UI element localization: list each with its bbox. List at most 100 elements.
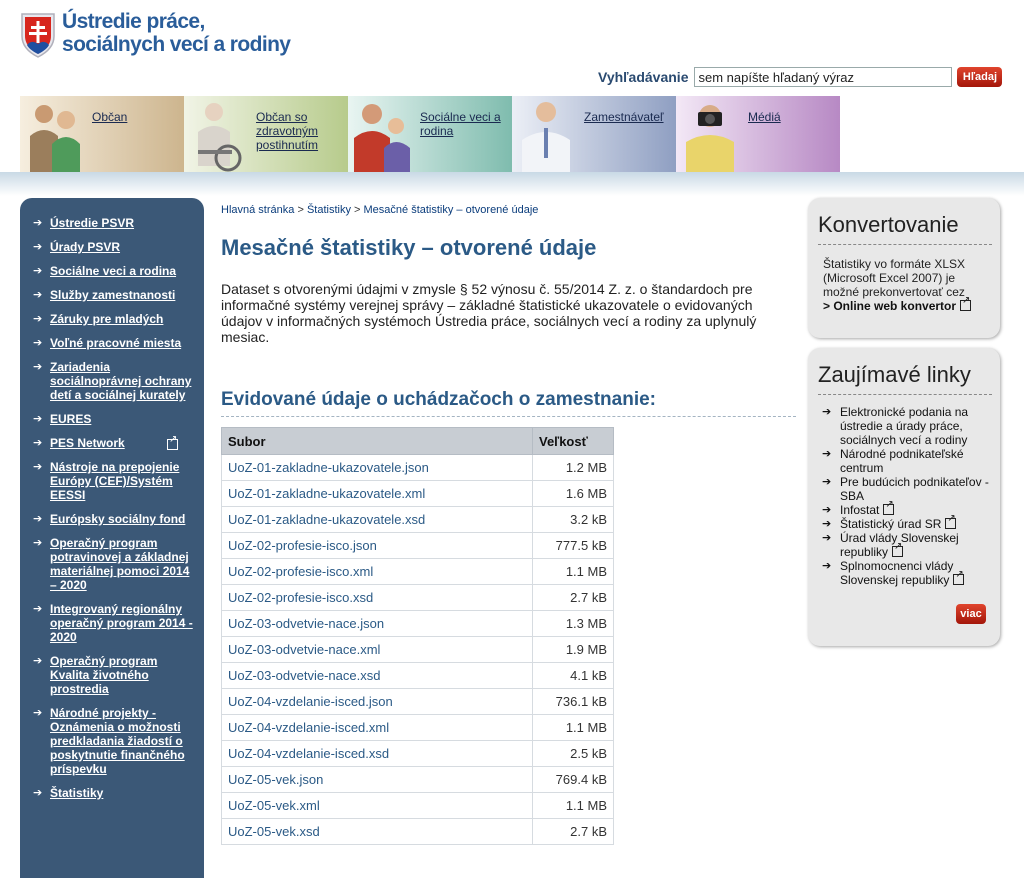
sidebar-item[interactable]: ➔ Záruky pre mladých	[20, 312, 204, 326]
sidebar-item[interactable]: ➔ EURES	[20, 412, 204, 426]
file-size: 1.9 MB	[532, 636, 614, 663]
table-row: UoZ-05-vek.xml 1.1 MB	[221, 792, 614, 819]
sidebar-item[interactable]: ➔ PES Network	[20, 435, 204, 450]
arrow-right-icon: ➔	[822, 476, 832, 488]
search-input[interactable]	[694, 67, 953, 87]
sidebar-link[interactable]: Operačný program Kvalita životného prost…	[50, 654, 157, 696]
sidebar-item[interactable]: ➔ Operačný program potravinovej a základn…	[20, 536, 204, 592]
column-header-file: Subor	[221, 427, 533, 455]
links-box-link[interactable]: Pre budúcich podnikateľov - SBA	[840, 475, 989, 503]
file-link[interactable]: UoZ-03-odvetvie-nace.json	[228, 616, 384, 631]
sidebar-link[interactable]: Nástroje na prepojenie Európy (CEF)/Syst…	[50, 460, 179, 502]
sidebar-link[interactable]: Ústredie PSVR	[50, 216, 134, 230]
external-link-icon	[953, 570, 965, 585]
nav-tab-label: Zamestnávateľ	[584, 110, 664, 124]
sidebar-item[interactable]: ➔ Národné projekty - Oznámenia o možnosti…	[20, 706, 204, 776]
file-cell: UoZ-02-profesie-isco.json	[221, 532, 533, 559]
file-link[interactable]: UoZ-04-vzdelanie-isced.xsd	[228, 746, 389, 761]
nav-tab-obcan-zp[interactable]: Občan so zdravotným postihnutím	[184, 96, 348, 172]
links-box-item[interactable]: ➔ Úrad vlády Slovenskej republiky	[820, 531, 994, 559]
file-link[interactable]: UoZ-05-vek.json	[228, 772, 323, 787]
sidebar-item[interactable]: ➔ Štatistiky	[20, 786, 204, 800]
sidebar-link[interactable]: Zariadenia sociálnoprávnej ochrany detí …	[50, 360, 191, 402]
sidebar-item[interactable]: ➔ Sociálne veci a rodina	[20, 264, 204, 278]
logo-line-2: sociálnych vecí a rodiny	[62, 33, 291, 56]
file-link[interactable]: UoZ-02-profesie-isco.json	[228, 538, 377, 553]
sidebar-item[interactable]: ➔ Úrady PSVR	[20, 240, 204, 254]
nav-tab-media[interactable]: Médiá	[676, 96, 840, 172]
sidebar-link[interactable]: Voľné pracovné miesta	[50, 336, 181, 350]
links-box-item[interactable]: ➔ Infostat	[820, 500, 994, 517]
external-link-icon	[960, 296, 972, 311]
file-size: 1.1 MB	[532, 714, 614, 741]
links-box-item[interactable]: ➔ Pre budúcich podnikateľov - SBA	[820, 475, 994, 503]
file-link[interactable]: UoZ-05-vek.xml	[228, 798, 320, 813]
arrow-right-icon: ➔	[33, 313, 43, 325]
nav-tab-obcan[interactable]: Občan	[20, 96, 184, 172]
sidebar-link[interactable]: Služby zamestnanosti	[50, 288, 175, 302]
links-box-item[interactable]: ➔ Elektronické podania na ústredie a úrad…	[820, 405, 994, 447]
file-link[interactable]: UoZ-02-profesie-isco.xml	[228, 564, 373, 579]
sidebar-link[interactable]: Národné projekty - Oznámenia o možnosti …	[50, 706, 185, 776]
links-box-item[interactable]: ➔ Národné podnikateľské centrum	[820, 447, 994, 475]
links-box-link[interactable]: Štatistický úrad SR	[840, 517, 941, 531]
sidebar-link[interactable]: Integrovaný regionálny operačný program …	[50, 602, 193, 644]
header-band	[0, 172, 1024, 196]
links-box-item[interactable]: ➔ Štatistický úrad SR	[820, 514, 994, 531]
file-link[interactable]: UoZ-01-zakladne-ukazovatele.xsd	[228, 512, 425, 527]
links-box-link[interactable]: Infostat	[840, 503, 879, 517]
file-cell: UoZ-01-zakladne-ukazovatele.json	[221, 454, 533, 481]
file-link[interactable]: UoZ-04-vzdelanie-isced.xml	[228, 720, 389, 735]
breadcrumb-stats[interactable]: Štatistiky	[307, 204, 351, 216]
section-title: Evidované údaje o uchádzačoch o zamestna…	[221, 389, 796, 417]
file-cell: UoZ-03-odvetvie-nace.xml	[221, 636, 533, 663]
sidebar-link[interactable]: PES Network	[50, 436, 125, 450]
breadcrumb-current[interactable]: Mesačné štatistiky – otvorené údaje	[364, 204, 539, 216]
file-link[interactable]: UoZ-01-zakladne-ukazovatele.xml	[228, 486, 425, 501]
file-link[interactable]: UoZ-02-profesie-isco.xsd	[228, 590, 373, 605]
sidebar-item[interactable]: ➔ Služby zamestnanosti	[20, 288, 204, 302]
file-link[interactable]: UoZ-05-vek.xsd	[228, 824, 320, 839]
links-box-link[interactable]: Národné podnikateľské centrum	[840, 447, 964, 475]
file-size: 1.6 MB	[532, 480, 614, 507]
sidebar-link[interactable]: Úrady PSVR	[50, 240, 120, 254]
sidebar-item[interactable]: ➔ Zariadenia sociálnoprávnej ochrany detí…	[20, 360, 204, 402]
sidebar-item[interactable]: ➔ Operačný program Kvalita životného pros…	[20, 654, 204, 696]
sidebar-link[interactable]: EURES	[50, 412, 91, 426]
search-button[interactable]: Hľadaj	[957, 67, 1003, 87]
links-box-item[interactable]: ➔ Splnomocnenci vlády Slovenskej republik…	[820, 559, 994, 587]
person-photo-icon	[522, 102, 570, 172]
more-links-button[interactable]: viac	[956, 604, 986, 624]
links-box-link[interactable]: Splnomocnenci vlády Slovenskej republiky	[840, 559, 953, 587]
sidebar-item[interactable]: ➔ Ústredie PSVR	[20, 216, 204, 230]
sidebar-link[interactable]: Štatistiky	[50, 786, 103, 800]
nav-tab-zamestnavatel[interactable]: Zamestnávateľ	[512, 96, 676, 172]
sidebar-item[interactable]: ➔ Nástroje na prepojenie Európy (CEF)/Sys…	[20, 460, 204, 502]
sidebar-link[interactable]: Operačný program potravinovej a základne…	[50, 536, 189, 592]
breadcrumb-home[interactable]: Hlavná stránka	[221, 204, 294, 216]
file-link[interactable]: UoZ-01-zakladne-ukazovatele.json	[228, 460, 429, 475]
external-link-icon	[167, 435, 178, 450]
sidebar-item[interactable]: ➔ Integrovaný regionálny operačný program…	[20, 602, 204, 644]
sidebar-link[interactable]: Európsky sociálny fond	[50, 512, 185, 526]
file-link[interactable]: UoZ-03-odvetvie-nace.xsd	[228, 668, 380, 683]
table-row: UoZ-03-odvetvie-nace.xml 1.9 MB	[221, 636, 614, 663]
page-title: Mesačné štatistiky – otvorené údaje	[221, 235, 597, 260]
arrow-right-icon: ➔	[33, 461, 43, 473]
online-converter-link[interactable]: > Online web konvertor	[823, 299, 956, 313]
sidebar-item[interactable]: ➔ Voľné pracovné miesta	[20, 336, 204, 350]
file-size: 769.4 kB	[532, 766, 614, 793]
file-cell: UoZ-05-vek.json	[221, 766, 533, 793]
file-link[interactable]: UoZ-04-vzdelanie-isced.json	[228, 694, 393, 709]
sidebar-link[interactable]: Záruky pre mladých	[50, 312, 163, 326]
sidebar-link[interactable]: Sociálne veci a rodina	[50, 264, 176, 278]
file-size: 2.5 kB	[532, 740, 614, 767]
nav-tab-socialne-veci[interactable]: Sociálne veci a rodina	[348, 96, 512, 172]
arrow-right-icon: ➔	[33, 603, 43, 615]
file-link[interactable]: UoZ-03-odvetvie-nace.xml	[228, 642, 380, 657]
links-box-link[interactable]: Elektronické podania na ústredie a úrady…	[840, 405, 968, 447]
photographer-photo-icon	[686, 105, 734, 172]
arrow-right-icon: ➔	[822, 448, 832, 460]
site-logo[interactable]: Ústredie práce, sociálnych vecí a rodiny	[20, 10, 291, 58]
sidebar-item[interactable]: ➔ Európsky sociálny fond	[20, 512, 204, 526]
